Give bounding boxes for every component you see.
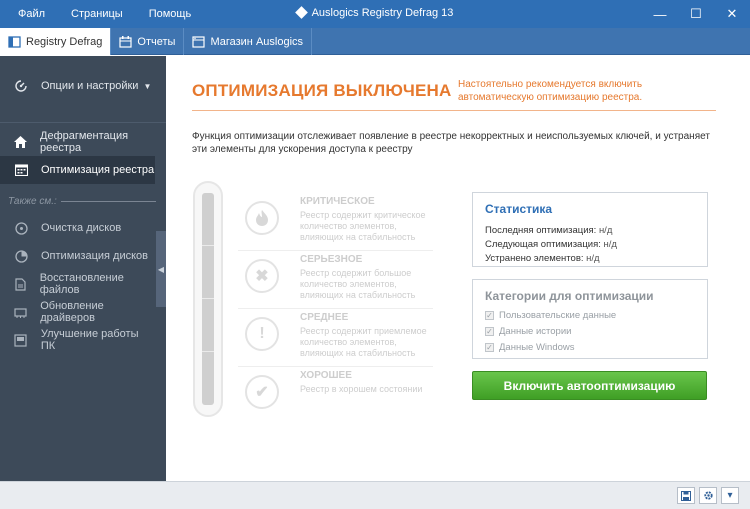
- level-medium: ! СРЕДНЕЕ Реестр содержит приемлемое кол…: [238, 309, 433, 367]
- window-title: Auslogics Registry Defrag 13: [0, 6, 750, 19]
- level-serious: ✖ СЕРЬЕЗНОЕ Реестр содержит большое коли…: [238, 251, 433, 309]
- level-description: Реестр содержит критическое количество э…: [300, 210, 426, 242]
- registry-health-gauge: [193, 181, 223, 417]
- statistics-panel: Статистика Последняя оптимизация: н/д Сл…: [472, 192, 708, 267]
- checkbox-checked-icon[interactable]: ✓: [485, 343, 494, 352]
- settings-button[interactable]: [699, 487, 717, 504]
- last-optimization-row: Последняя оптимизация: н/д: [485, 225, 613, 236]
- pc-boost-icon: [14, 333, 28, 347]
- statistics-title: Статистика: [485, 202, 553, 216]
- fixed-items-value: н/д: [586, 253, 600, 264]
- tab-store[interactable]: Магазин Auslogics: [184, 28, 313, 55]
- sidebar-item-file-restore[interactable]: Восстановление файлов: [0, 270, 155, 298]
- sidebar-item-registry-optimization[interactable]: Оптимизация реестра: [0, 156, 155, 184]
- sidebar-collapse-handle[interactable]: ◀: [156, 231, 166, 307]
- options-settings-menu[interactable]: Опции и настройки ▼: [0, 72, 155, 100]
- x-icon: ✖: [245, 259, 279, 293]
- checkbox-checked-icon[interactable]: ✓: [485, 311, 494, 320]
- close-button[interactable]: ✕: [714, 0, 750, 28]
- home-icon: [14, 135, 27, 149]
- settings-icon: [703, 491, 713, 500]
- sidebar-item-disk-optimize[interactable]: Оптимизация дисков: [0, 242, 155, 270]
- menu-button[interactable]: ▾: [721, 487, 739, 504]
- health-levels-list: КРИТИЧЕСКОЕ Реестр содержит критическое …: [238, 193, 433, 425]
- chevron-down-icon: ▼: [143, 81, 152, 91]
- category-user-data[interactable]: ✓ Пользовательские данные: [485, 310, 616, 321]
- file-restore-icon: [14, 277, 27, 291]
- sidebar: Опции и настройки ▼ Дефрагментация реест…: [0, 56, 166, 481]
- title-divider: [192, 110, 716, 111]
- main-panel: ОПТИМИЗАЦИЯ ВЫКЛЮЧЕНА Настоятельно реком…: [166, 56, 750, 481]
- save-icon: [681, 490, 691, 501]
- disk-optimize-icon: [14, 249, 28, 263]
- categories-panel: Категории для оптимизации ✓ Пользователь…: [472, 279, 708, 359]
- store-icon: [192, 35, 206, 48]
- level-description: Реестр содержит большое количество элеме…: [300, 268, 416, 300]
- category-history-data[interactable]: ✓ Данные истории: [485, 326, 571, 337]
- tab-reports[interactable]: Отчеты: [111, 28, 185, 55]
- maximize-button[interactable]: ☐: [678, 0, 714, 28]
- last-optimization-value: н/д: [598, 225, 613, 236]
- tab-bar: Registry Defrag Отчеты Магазин Auslogics: [0, 28, 750, 55]
- registry-icon: [8, 35, 21, 48]
- level-good: ✔ ХОРОШЕЕ Реестр в хорошем состоянии: [238, 367, 433, 425]
- tab-registry-defrag[interactable]: Registry Defrag: [0, 28, 112, 55]
- bottom-toolbar: ▾: [0, 481, 750, 509]
- category-windows-data[interactable]: ✓ Данные Windows: [485, 342, 575, 353]
- gauge-settings-icon: [14, 79, 28, 93]
- check-icon: ✔: [245, 375, 279, 409]
- level-title: СЕРЬЕЗНОЕ: [300, 254, 363, 265]
- chevron-down-icon: ▾: [727, 490, 733, 501]
- driver-update-icon: [14, 305, 27, 319]
- page-title: ОПТИМИЗАЦИЯ ВЫКЛЮЧЕНА: [192, 81, 452, 100]
- checkbox-checked-icon[interactable]: ✓: [485, 327, 494, 336]
- level-critical: КРИТИЧЕСКОЕ Реестр содержит критическое …: [238, 193, 433, 251]
- disk-clean-icon: [14, 221, 28, 235]
- app-logo-icon: [294, 6, 308, 19]
- minimize-button[interactable]: —: [642, 0, 678, 28]
- description-text: Функция оптимизации отслеживает появлени…: [192, 131, 710, 155]
- fixed-items-row: Устранено элементов: н/д: [485, 253, 600, 264]
- recommendation-hint: Настоятельно рекомендуется включить авто…: [458, 79, 643, 103]
- enable-auto-optimization-button[interactable]: Включить автооптимизацию: [472, 371, 707, 400]
- fire-icon: [245, 201, 279, 235]
- sidebar-item-disk-clean[interactable]: Очистка дисков: [0, 214, 155, 242]
- level-title: СРЕДНЕЕ: [300, 312, 349, 323]
- next-optimization-row: Следующая оптимизация: н/д: [485, 239, 617, 250]
- sidebar-divider: [0, 122, 166, 123]
- exclamation-icon: !: [245, 317, 279, 351]
- sidebar-item-pc-boost[interactable]: Улучшение работы ПК: [0, 326, 155, 354]
- see-also-separator: Также см.:: [8, 196, 156, 207]
- level-title: ХОРОШЕЕ: [300, 370, 352, 381]
- sidebar-item-driver-update[interactable]: Обновление драйверов: [0, 298, 155, 326]
- title-bar: Файл Страницы Помощь Auslogics Registry …: [0, 0, 750, 28]
- calendar-icon: [14, 163, 28, 177]
- save-button[interactable]: [677, 487, 695, 504]
- sidebar-item-registry-defrag[interactable]: Дефрагментация реестра: [0, 128, 155, 156]
- level-description: Реестр содержит приемлемое количество эл…: [300, 326, 427, 358]
- level-description: Реестр в хорошем состоянии: [300, 384, 423, 394]
- categories-title: Категории для оптимизации: [485, 289, 654, 303]
- next-optimization-value: н/д: [603, 239, 617, 250]
- reports-icon: [119, 35, 133, 48]
- level-title: КРИТИЧЕСКОЕ: [300, 196, 375, 207]
